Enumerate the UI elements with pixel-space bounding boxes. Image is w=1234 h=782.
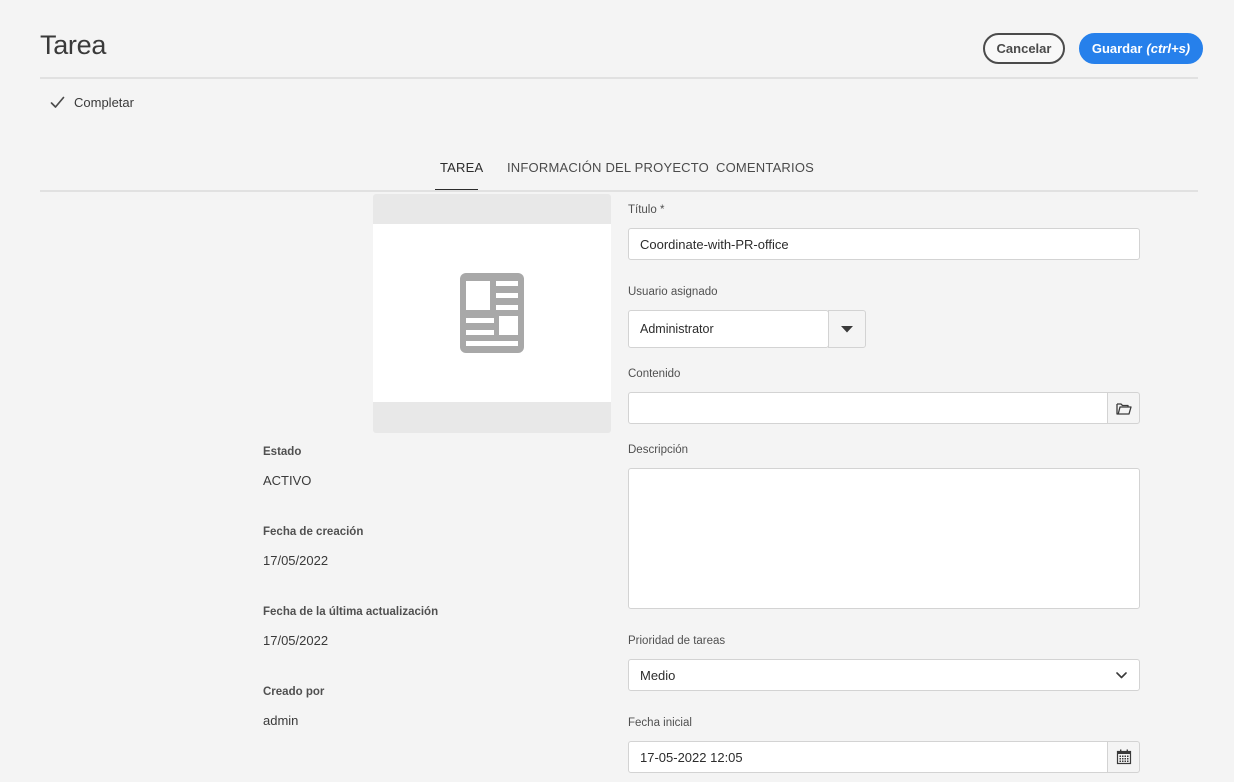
content-input[interactable] bbox=[628, 392, 1108, 424]
folder-icon bbox=[1115, 402, 1132, 415]
priority-select[interactable]: Medio bbox=[628, 659, 1140, 691]
created-date-value: 17/05/2022 bbox=[263, 553, 329, 568]
start-date-field-label: Fecha inicial bbox=[628, 717, 692, 729]
calendar-button[interactable] bbox=[1107, 741, 1140, 773]
tab-comments[interactable]: COMENTARIOS bbox=[716, 160, 814, 175]
status-value: ACTIVO bbox=[263, 473, 312, 488]
content-browse-button[interactable] bbox=[1107, 392, 1140, 424]
header-divider bbox=[40, 77, 1198, 79]
assignee-dropdown-button[interactable] bbox=[828, 310, 866, 348]
document-icon bbox=[460, 273, 524, 353]
tab-tarea[interactable]: TAREA bbox=[440, 160, 483, 175]
updated-date-label: Fecha de la última actualización bbox=[263, 606, 439, 618]
title-input[interactable]: Coordinate-with-PR-office bbox=[628, 228, 1140, 260]
thumbnail-preview bbox=[373, 224, 611, 402]
complete-label: Completar bbox=[74, 95, 134, 110]
tab-project-info[interactable]: INFORMACIÓN DEL PROYECTO bbox=[507, 160, 709, 175]
complete-action[interactable]: Completar bbox=[50, 95, 134, 110]
created-by-value: admin bbox=[263, 713, 299, 728]
title-field-label: Título * bbox=[628, 204, 665, 216]
calendar-icon bbox=[1116, 749, 1131, 765]
start-date-input[interactable]: 17-05-2022 12:05 bbox=[628, 741, 1108, 773]
tab-bar: TAREA INFORMACIÓN DEL PROYECTO COMENTARI… bbox=[0, 150, 1234, 192]
assignee-input-value: Administrator bbox=[640, 322, 714, 336]
cancel-button[interactable]: Cancelar bbox=[983, 33, 1065, 64]
caret-down-icon bbox=[841, 325, 853, 332]
priority-select-value: Medio bbox=[640, 667, 676, 683]
chevron-down-icon bbox=[1116, 672, 1127, 679]
priority-field-label: Prioridad de tareas bbox=[628, 635, 726, 647]
save-shortcut-hint: (ctrl+s) bbox=[1146, 41, 1191, 56]
save-button-label: Guardar bbox=[1091, 41, 1143, 56]
status-label: Estado bbox=[263, 446, 302, 458]
content-field-label: Contenido bbox=[628, 368, 681, 380]
task-thumbnail bbox=[373, 194, 611, 433]
assignee-field-label: Usuario asignado bbox=[628, 286, 718, 298]
created-by-label: Creado por bbox=[263, 686, 325, 698]
tabs-divider bbox=[40, 190, 1198, 192]
checkmark-icon bbox=[50, 96, 65, 108]
description-textarea[interactable] bbox=[628, 468, 1140, 609]
cancel-button-label: Cancelar bbox=[996, 41, 1052, 56]
save-button[interactable]: Guardar (ctrl+s) bbox=[1079, 33, 1203, 64]
start-date-input-value: 17-05-2022 12:05 bbox=[640, 749, 743, 765]
updated-date-value: 17/05/2022 bbox=[263, 633, 329, 648]
assignee-input[interactable]: Administrator bbox=[628, 310, 829, 348]
title-input-value: Coordinate-with-PR-office bbox=[640, 236, 789, 252]
page-title: Tarea bbox=[40, 30, 107, 60]
created-date-label: Fecha de creación bbox=[263, 526, 364, 538]
description-field-label: Descripción bbox=[628, 444, 689, 456]
